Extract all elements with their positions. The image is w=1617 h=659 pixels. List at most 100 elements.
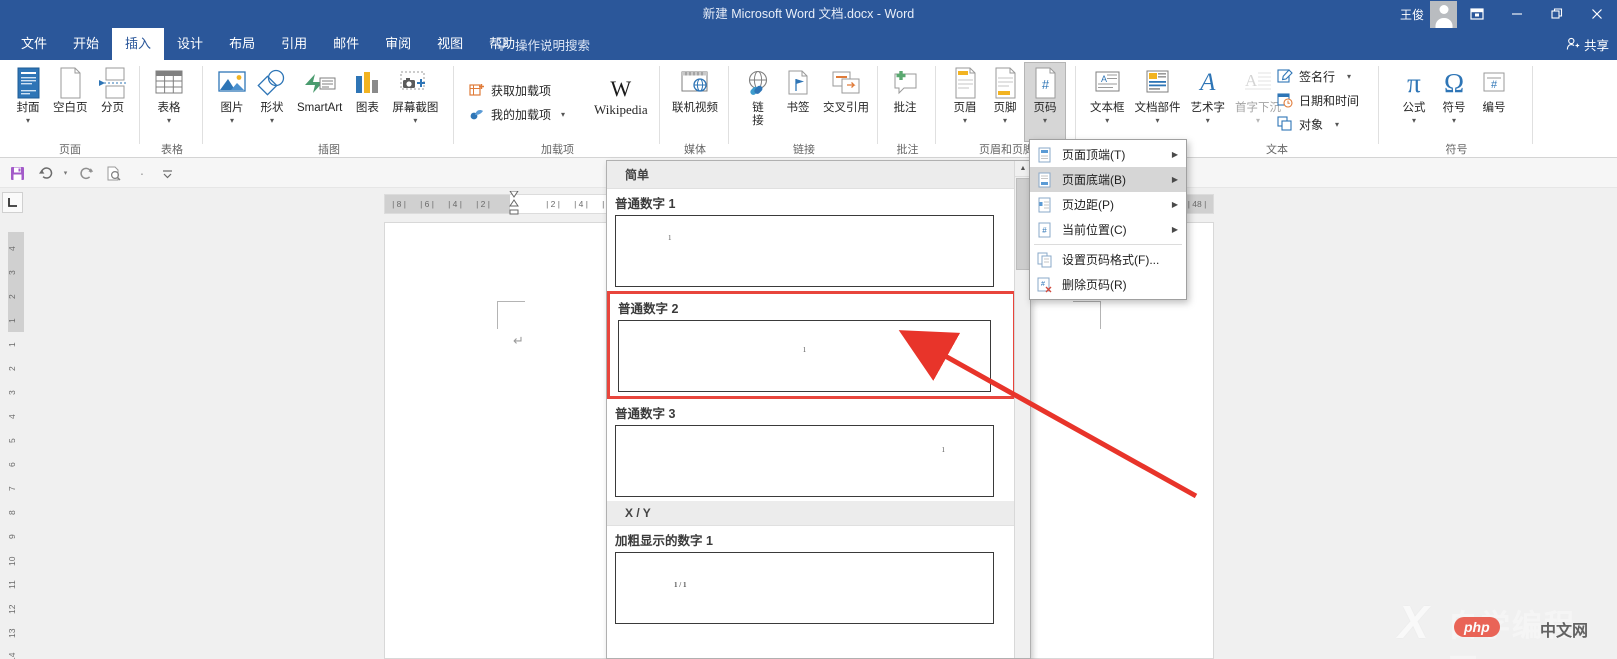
- symbol-button[interactable]: Ω 符号 ▾: [1434, 63, 1474, 141]
- tab-2[interactable]: 插入: [112, 28, 165, 60]
- tab-4[interactable]: 布局: [216, 28, 268, 60]
- tab-selector-button[interactable]: [2, 192, 23, 213]
- chevron-down-icon[interactable]: ▾: [1105, 116, 1109, 125]
- redo-button[interactable]: [73, 161, 99, 185]
- minimize-button[interactable]: [1497, 0, 1537, 28]
- menu-item-0[interactable]: 页面顶端(T) ▶: [1030, 142, 1186, 167]
- shapes-button[interactable]: 形状 ▾: [252, 63, 292, 141]
- gallery-item-number: 1: [668, 234, 672, 242]
- chevron-down-icon[interactable]: ▾: [1335, 120, 1339, 129]
- smartart-button[interactable]: SmartArt: [292, 63, 347, 141]
- save-button[interactable]: [4, 161, 30, 185]
- chevron-down-icon[interactable]: ▾: [1003, 116, 1007, 125]
- menu-item-1[interactable]: 页面底端(B) ▶: [1030, 167, 1186, 192]
- ribbon-group-media-label: 媒体: [684, 144, 706, 156]
- chevron-down-icon[interactable]: ▾: [230, 116, 234, 125]
- gallery-item[interactable]: 普通数字 2 1: [607, 291, 1016, 399]
- tab-3[interactable]: 设计: [164, 28, 216, 60]
- gallery-scrollbar[interactable]: ▲: [1014, 161, 1030, 658]
- tell-me-search[interactable]: 操作说明搜索: [495, 28, 590, 60]
- menu-item-2[interactable]: 页边距(P) ▶: [1030, 192, 1186, 217]
- undo-dropdown-button[interactable]: ▾: [60, 161, 71, 185]
- chevron-down-icon[interactable]: ▾: [561, 110, 565, 119]
- my-addins-button[interactable]: 我的加载项 ▾: [465, 102, 571, 126]
- table-button[interactable]: 表格 ▾: [149, 63, 189, 141]
- online-video-button[interactable]: 联机视频: [667, 63, 723, 141]
- page-break-label: 分页: [101, 102, 124, 114]
- menu-item-4[interactable]: 设置页码格式(F)...: [1030, 247, 1186, 272]
- cover-page-button[interactable]: 封面 ▾: [8, 63, 48, 141]
- vertical-ruler[interactable]: 4 3 2 1 1 2 3 4 5 6 7 8 9 10 11 12 13 14: [7, 232, 24, 659]
- vertical-ruler-tick: 1: [7, 342, 17, 348]
- account-name[interactable]: 王俊: [1400, 6, 1430, 23]
- get-addins-label: 获取加载项: [491, 83, 552, 98]
- page-number-button[interactable]: # 页码 ▾: [1024, 62, 1066, 142]
- page-break-button[interactable]: 分页: [93, 63, 133, 141]
- tab-5[interactable]: 引用: [268, 28, 320, 60]
- tab-6[interactable]: 邮件: [320, 28, 372, 60]
- link-button[interactable]: 链接: [738, 63, 778, 141]
- menu-item-5[interactable]: # 删除页码(R): [1030, 272, 1186, 297]
- chevron-down-icon[interactable]: ▾: [26, 116, 30, 125]
- tab-7[interactable]: 审阅: [372, 28, 424, 60]
- indent-marker[interactable]: [509, 190, 519, 217]
- menu-item-3[interactable]: # 当前位置(C) ▶: [1030, 217, 1186, 242]
- chevron-down-icon[interactable]: ▾: [1256, 116, 1260, 125]
- ribbon-group-text-label: 文本: [1266, 144, 1288, 156]
- scrollbar-thumb[interactable]: [1016, 178, 1030, 270]
- picture-button[interactable]: 图片 ▾: [212, 63, 252, 141]
- comment-button[interactable]: 批注: [885, 63, 925, 141]
- chevron-down-icon[interactable]: ▾: [963, 116, 967, 125]
- date-time-button[interactable]: 日期和时间: [1273, 88, 1365, 112]
- tab-0[interactable]: 文件: [8, 28, 60, 60]
- ruler-tick: | 4 |: [448, 199, 462, 209]
- avatar[interactable]: [1430, 0, 1457, 28]
- gallery-item[interactable]: 普通数字 1 1: [607, 189, 1016, 287]
- page-number-gallery[interactable]: 简单 普通数字 1 1 普通数字 2 1 普通数字 3 1 X / Y 加粗显示的数字 1 1 /…: [606, 160, 1031, 659]
- gallery-item[interactable]: 加粗显示的数字 1 1 / 1: [607, 526, 1016, 624]
- footer-button[interactable]: 页脚 ▾: [985, 63, 1025, 141]
- gallery-item[interactable]: 普通数字 3 1: [607, 399, 1016, 497]
- tab-1[interactable]: 开始: [60, 28, 112, 60]
- chevron-down-icon[interactable]: ▾: [1452, 116, 1456, 125]
- quick-parts-button[interactable]: 文档部件 ▾: [1130, 63, 1186, 141]
- ribbon-display-options-button[interactable]: [1457, 0, 1497, 28]
- signature-line-button[interactable]: 签名行 ▾: [1273, 64, 1365, 88]
- chevron-down-icon[interactable]: ▾: [1155, 116, 1159, 125]
- wordart-button[interactable]: A 艺术字 ▾: [1186, 63, 1231, 141]
- cover-page-label: 封面: [16, 102, 40, 114]
- tab-8[interactable]: 视图: [424, 28, 476, 60]
- chevron-down-icon[interactable]: ▾: [1043, 116, 1047, 125]
- get-addins-button[interactable]: 获取加载项: [465, 78, 571, 102]
- object-button[interactable]: 对象 ▾: [1273, 112, 1365, 136]
- shapes-icon: [257, 66, 287, 100]
- restore-button[interactable]: [1537, 0, 1577, 28]
- chevron-down-icon[interactable]: ▾: [1206, 116, 1210, 125]
- page-number-menu[interactable]: 页面顶端(T) ▶ 页面底端(B) ▶ 页边距(P) ▶ # 当前位置(C) ▶ 设置页码格式(F…: [1029, 139, 1187, 300]
- chart-button[interactable]: 图表: [347, 63, 387, 141]
- undo-icon: [38, 166, 52, 179]
- chevron-down-icon[interactable]: ▾: [1412, 116, 1416, 125]
- undo-button[interactable]: [32, 161, 58, 185]
- header-button[interactable]: 页眉 ▾: [945, 63, 985, 141]
- close-button[interactable]: [1577, 0, 1617, 28]
- dot-button[interactable]: ·: [129, 161, 155, 185]
- chevron-down-icon[interactable]: ▾: [413, 116, 417, 125]
- header-icon: [952, 66, 979, 100]
- chevron-down-icon[interactable]: ▾: [1347, 72, 1351, 81]
- text-box-button[interactable]: A 文本框 ▾: [1085, 63, 1130, 141]
- ribbon-group-symbols: π 公式 ▾ Ω 符号 ▾ # 编号 符号: [1380, 60, 1533, 158]
- chevron-down-icon[interactable]: ▾: [167, 116, 171, 125]
- equation-button[interactable]: π 公式 ▾: [1394, 63, 1434, 141]
- vertical-ruler-tick: 3: [7, 390, 17, 396]
- cross-reference-button[interactable]: 交叉引用: [818, 63, 874, 141]
- print-preview-button[interactable]: [101, 161, 127, 185]
- share-button[interactable]: 共享: [1566, 28, 1609, 60]
- wikipedia-button[interactable]: W Wikipedia: [589, 63, 653, 141]
- blank-page-button[interactable]: 空白页: [48, 63, 93, 141]
- chevron-down-icon[interactable]: ▾: [270, 116, 274, 125]
- number-button[interactable]: # 编号: [1474, 63, 1514, 141]
- customize-qat-button[interactable]: [157, 161, 177, 185]
- bookmark-button[interactable]: 书签: [778, 63, 818, 141]
- screenshot-button[interactable]: 屏幕截图 ▾: [387, 63, 443, 141]
